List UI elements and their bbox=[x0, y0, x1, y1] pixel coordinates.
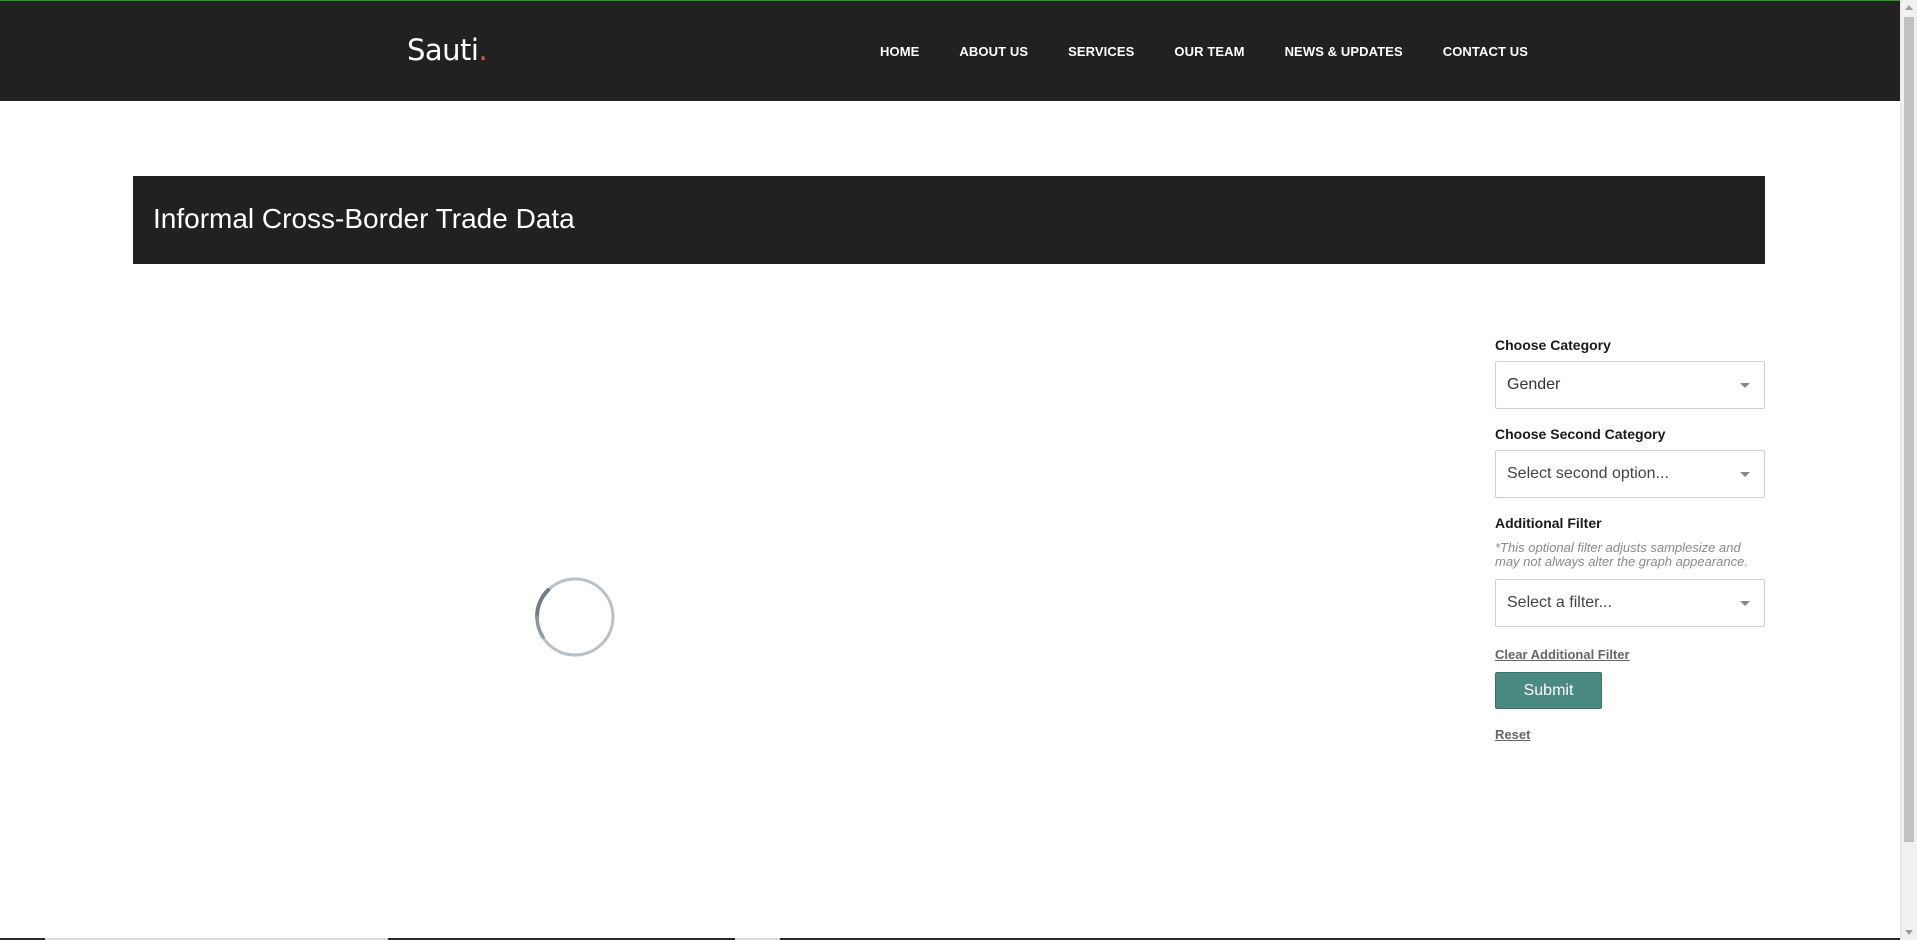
reset-link[interactable]: Reset bbox=[1495, 727, 1530, 742]
page-title-banner: Informal Cross-Border Trade Data bbox=[133, 176, 1765, 264]
vertical-scrollbar[interactable] bbox=[1900, 0, 1917, 940]
scroll-up-arrow-icon[interactable] bbox=[1905, 5, 1913, 10]
category-select[interactable]: Gender bbox=[1495, 361, 1765, 409]
category-label: Choose Category bbox=[1495, 337, 1611, 353]
second-category-label: Choose Second Category bbox=[1495, 426, 1666, 442]
second-category-select[interactable]: Select second option... bbox=[1495, 450, 1765, 498]
nav-news-updates[interactable]: NEWS & UPDATES bbox=[1285, 44, 1403, 59]
page: Sauti. HOME ABOUT US SERVICES OUR TEAM N… bbox=[0, 0, 1917, 940]
chevron-down-icon bbox=[1740, 601, 1750, 606]
additional-filter-select[interactable]: Select a filter... bbox=[1495, 579, 1765, 627]
main-nav: HOME ABOUT US SERVICES OUR TEAM NEWS & U… bbox=[880, 44, 1568, 59]
loading-spinner-icon bbox=[534, 577, 615, 657]
sauti-logo[interactable]: Sauti. bbox=[407, 33, 488, 67]
clear-additional-filter-link[interactable]: Clear Additional Filter bbox=[1495, 647, 1630, 662]
top-navigation-bar: Sauti. HOME ABOUT US SERVICES OUR TEAM N… bbox=[0, 0, 1900, 101]
nav-home[interactable]: HOME bbox=[880, 44, 919, 59]
chevron-down-icon bbox=[1740, 472, 1750, 477]
page-title: Informal Cross-Border Trade Data bbox=[153, 203, 575, 234]
nav-services[interactable]: SERVICES bbox=[1068, 44, 1134, 59]
filter-panel: Choose Category Gender Choose Second Cat… bbox=[1495, 337, 1765, 744]
additional-filter-label: Additional Filter bbox=[1495, 515, 1602, 531]
additional-filter-placeholder: Select a filter... bbox=[1507, 594, 1612, 611]
scroll-down-arrow-icon[interactable] bbox=[1905, 930, 1913, 935]
chevron-down-icon bbox=[1740, 383, 1750, 388]
logo-text: Sauti bbox=[407, 33, 479, 67]
logo-dot: . bbox=[478, 33, 488, 67]
additional-filter-note: *This optional filter adjusts samplesize… bbox=[1495, 540, 1748, 569]
nav-about-us[interactable]: ABOUT US bbox=[959, 44, 1028, 59]
submit-button[interactable]: Submit bbox=[1495, 672, 1602, 709]
second-category-placeholder: Select second option... bbox=[1507, 465, 1669, 482]
nav-contact-us[interactable]: CONTACT US bbox=[1443, 44, 1528, 59]
nav-our-team[interactable]: OUR TEAM bbox=[1174, 44, 1244, 59]
scrollbar-thumb[interactable] bbox=[1904, 17, 1914, 842]
category-selected-value: Gender bbox=[1507, 376, 1561, 393]
